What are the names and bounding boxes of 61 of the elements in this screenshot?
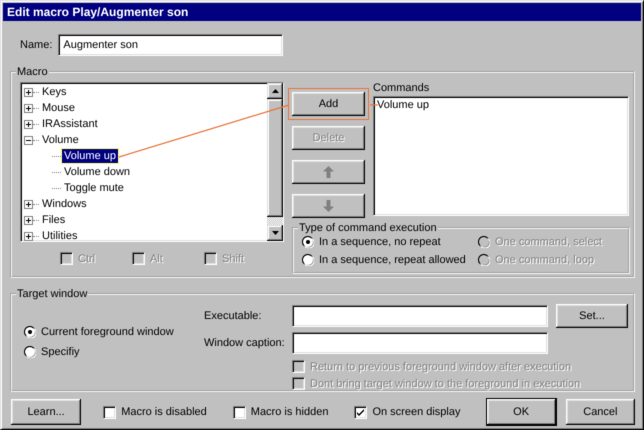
checkbox[interactable] [103, 406, 116, 418]
name-label: Name: [20, 39, 52, 51]
radio-label: In a sequence, repeat allowed [319, 254, 466, 266]
caption-field[interactable] [292, 332, 548, 354]
expand-icon[interactable] [24, 200, 33, 208]
name-field[interactable]: Augmenter son [58, 34, 284, 56]
up-arrow-icon [323, 166, 334, 178]
caption-label: Window caption: [204, 337, 286, 349]
learn-button[interactable]: Learn... [11, 399, 82, 425]
tree-item[interactable]: Files [40, 213, 68, 227]
set-button[interactable]: Set... [556, 304, 628, 328]
radio-label: Current foreground window [41, 326, 174, 338]
radio-label: In a sequence, no repeat [319, 236, 441, 248]
tree-item[interactable]: Utilities [40, 229, 80, 241]
radio-button[interactable] [302, 254, 314, 266]
radio-label: One command, loop [495, 254, 594, 266]
checkbox-label: Macro is hidden [250, 406, 328, 418]
scroll-up-icon[interactable] [272, 89, 278, 93]
tree-item[interactable]: Volume [40, 133, 81, 147]
commands-label: Commands [373, 82, 430, 96]
checkbox-label: Macro is disabled [121, 406, 207, 418]
checkbox-label: On screen display [372, 406, 460, 418]
checkbox[interactable] [232, 406, 246, 418]
group-title: Target window [16, 288, 88, 300]
radio-label: One command, select [495, 236, 602, 248]
expand-icon[interactable] [24, 120, 33, 128]
tree-item[interactable]: IRAssistant [40, 117, 100, 131]
checkbox-label: Alt [150, 252, 163, 264]
expand-icon[interactable] [24, 232, 33, 240]
ok-button[interactable]: OK [486, 399, 556, 425]
checkbox[interactable] [354, 406, 368, 418]
executable-label: Executable: [204, 310, 262, 322]
check-icon [356, 408, 366, 416]
scrollbar[interactable] [267, 83, 283, 241]
collapse-icon[interactable] [24, 136, 33, 144]
cancel-button[interactable]: Cancel [566, 399, 635, 425]
tree-item[interactable]: Volume up [62, 149, 118, 163]
tree-item[interactable]: Keys [40, 85, 68, 99]
scroll-down-icon[interactable] [272, 231, 278, 235]
window-title: Edit macro Play/Augmenter son [3, 3, 641, 21]
command-button[interactable]: Add [292, 92, 365, 116]
checkbox-label: Return to previous foreground window after execution [310, 360, 572, 372]
expand-icon[interactable] [24, 88, 33, 96]
executable-field[interactable] [292, 305, 548, 327]
tree-item[interactable]: Mouse [40, 101, 78, 115]
expand-icon[interactable] [24, 104, 33, 112]
checkbox-label: Dont bring target window to the foreground in execution [310, 378, 580, 390]
tree-item[interactable]: Volume down [62, 165, 132, 179]
radio-button[interactable] [24, 326, 36, 338]
checkbox-label: Ctrl [78, 252, 96, 264]
group-title: Type of command execution [298, 222, 438, 234]
list-item[interactable]: Volume up [377, 99, 429, 111]
tree-item[interactable]: Windows [40, 197, 89, 211]
tree-item[interactable]: Toggle mute [62, 181, 126, 195]
radio-button[interactable] [24, 346, 36, 358]
down-arrow-icon [323, 200, 334, 212]
radio-button[interactable] [302, 236, 314, 248]
radio-label: Specifiy [41, 346, 80, 358]
group-title: Macro [16, 66, 49, 78]
checkbox-label: Shift [222, 252, 244, 264]
expand-icon[interactable] [24, 216, 33, 224]
